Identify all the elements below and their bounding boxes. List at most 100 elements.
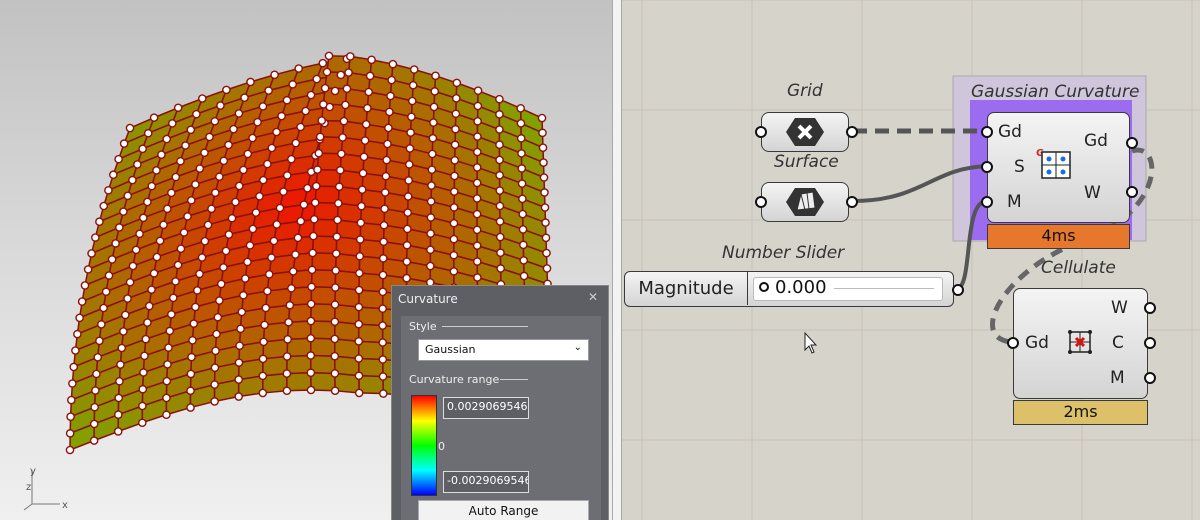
control-point[interactable]	[212, 329, 221, 339]
control-point[interactable]	[311, 181, 321, 191]
control-point[interactable]	[538, 128, 547, 138]
control-point[interactable]	[149, 268, 159, 278]
control-point[interactable]	[495, 110, 504, 119]
control-point[interactable]	[291, 250, 300, 259]
control-point[interactable]	[354, 371, 364, 381]
control-point[interactable]	[516, 119, 526, 128]
control-point[interactable]	[283, 335, 292, 344]
control-point[interactable]	[472, 241, 482, 250]
control-point[interactable]	[354, 319, 364, 329]
control-point[interactable]	[451, 124, 460, 134]
control-point[interactable]	[243, 149, 253, 159]
control-point[interactable]	[322, 67, 332, 77]
control-point[interactable]	[192, 286, 202, 295]
control-point[interactable]	[279, 187, 288, 196]
control-point[interactable]	[95, 217, 104, 227]
control-point[interactable]	[114, 393, 124, 403]
control-point[interactable]	[339, 116, 349, 126]
control-point[interactable]	[255, 192, 264, 201]
control-point[interactable]	[162, 134, 172, 144]
control-point[interactable]	[354, 285, 364, 295]
control-point[interactable]	[80, 281, 90, 290]
control-point[interactable]	[354, 388, 364, 398]
control-point[interactable]	[288, 80, 297, 89]
pane-splitter[interactable]	[612, 0, 622, 520]
control-point[interactable]	[495, 140, 504, 150]
control-point[interactable]	[518, 209, 527, 219]
control-point[interactable]	[472, 257, 482, 266]
control-point[interactable]	[336, 70, 346, 80]
control-point[interactable]	[93, 353, 103, 362]
control-point[interactable]	[378, 338, 387, 347]
control-point[interactable]	[282, 352, 292, 361]
control-point[interactable]	[541, 218, 550, 227]
control-point[interactable]	[357, 201, 366, 211]
control-point[interactable]	[189, 319, 199, 328]
control-point[interactable]	[309, 231, 318, 241]
gaussian-curvature-component[interactable]: Gd S M Gd W G	[987, 112, 1130, 223]
control-point[interactable]	[282, 171, 292, 180]
control-point[interactable]	[173, 103, 183, 113]
control-point[interactable]	[450, 171, 459, 181]
control-point[interactable]	[287, 154, 296, 164]
control-point[interactable]	[104, 186, 113, 195]
control-point[interactable]	[176, 156, 185, 166]
cellulate-port-out-m[interactable]	[1144, 372, 1156, 384]
control-point[interactable]	[319, 100, 328, 109]
control-point[interactable]	[119, 139, 129, 148]
control-point[interactable]	[472, 178, 482, 188]
control-point[interactable]	[210, 397, 219, 406]
control-point[interactable]	[450, 140, 460, 150]
control-point[interactable]	[516, 104, 526, 113]
control-point[interactable]	[404, 160, 414, 169]
control-point[interactable]	[125, 123, 135, 133]
control-point[interactable]	[155, 236, 165, 246]
control-point[interactable]	[261, 303, 271, 313]
cellulate-component[interactable]: Gd W C M	[1013, 288, 1148, 399]
grasshopper-canvas[interactable]: Grid Surface Gaussian Curvature Gd S M G…	[622, 0, 1200, 520]
control-point[interactable]	[157, 150, 166, 159]
control-point[interactable]	[229, 124, 238, 134]
control-point[interactable]	[186, 125, 196, 135]
control-point[interactable]	[104, 271, 114, 280]
control-point[interactable]	[378, 254, 388, 263]
control-point[interactable]	[496, 248, 505, 258]
control-point[interactable]	[342, 84, 352, 94]
control-point[interactable]	[354, 354, 364, 363]
control-point[interactable]	[495, 155, 504, 165]
control-point[interactable]	[128, 261, 138, 271]
control-point[interactable]	[165, 326, 175, 336]
control-point[interactable]	[203, 220, 213, 230]
control-point[interactable]	[91, 233, 100, 242]
control-point[interactable]	[181, 141, 190, 150]
control-point[interactable]	[378, 321, 387, 330]
control-point[interactable]	[287, 283, 296, 293]
control-point[interactable]	[138, 144, 147, 154]
gaussian-port-in-s[interactable]	[981, 161, 993, 173]
close-icon[interactable]: ✕	[586, 290, 600, 304]
control-point[interactable]	[380, 188, 390, 197]
control-point[interactable]	[345, 52, 355, 61]
control-point[interactable]	[285, 300, 295, 310]
control-point[interactable]	[258, 102, 268, 111]
control-point[interactable]	[123, 191, 133, 201]
control-point[interactable]	[131, 245, 141, 255]
control-point[interactable]	[473, 86, 483, 95]
control-point[interactable]	[171, 277, 180, 286]
control-point[interactable]	[431, 71, 440, 81]
control-point[interactable]	[270, 70, 279, 80]
control-point[interactable]	[449, 187, 459, 196]
control-point[interactable]	[378, 355, 388, 364]
control-point[interactable]	[378, 287, 388, 297]
control-point[interactable]	[310, 198, 320, 207]
control-point[interactable]	[168, 119, 177, 128]
control-point[interactable]	[162, 393, 171, 403]
control-point[interactable]	[426, 261, 435, 271]
control-point[interactable]	[354, 337, 364, 346]
control-point[interactable]	[128, 175, 137, 185]
control-point[interactable]	[405, 144, 415, 153]
control-point[interactable]	[234, 358, 244, 367]
control-point[interactable]	[363, 103, 372, 113]
control-point[interactable]	[137, 418, 147, 428]
control-point[interactable]	[219, 263, 228, 272]
